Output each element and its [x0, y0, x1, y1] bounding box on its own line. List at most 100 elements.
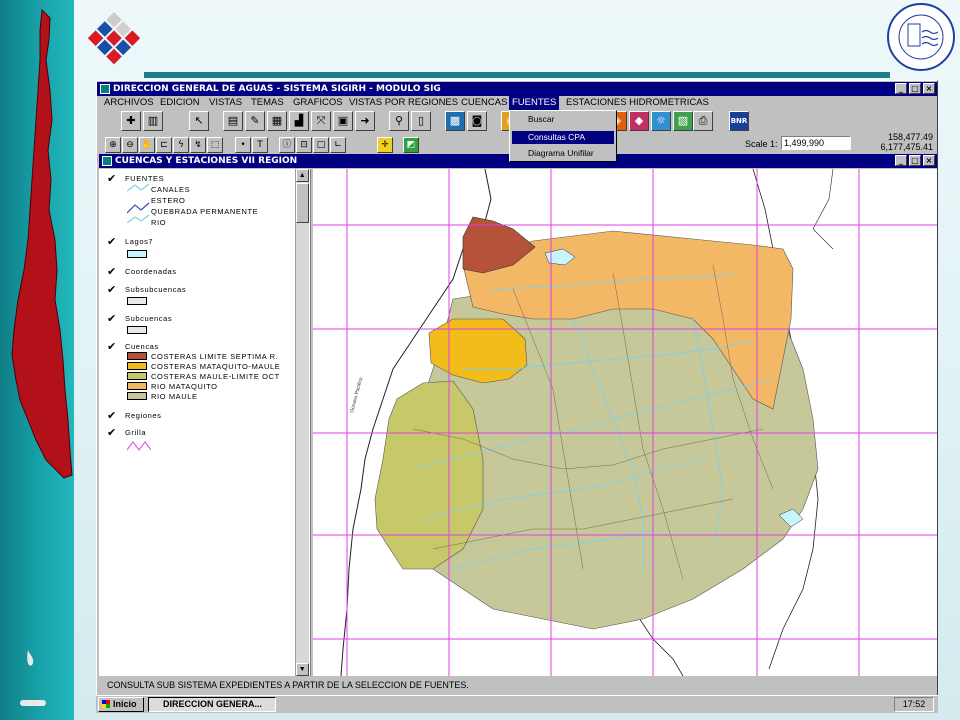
print-icon[interactable]: ⎙ — [693, 111, 713, 131]
scroll-down-button[interactable]: ▼ — [296, 663, 309, 676]
select-icon[interactable]: ⬚ — [207, 137, 223, 153]
chart-icon[interactable]: ▟ — [289, 111, 309, 131]
menu-vistas[interactable]: VISTAS — [206, 96, 245, 110]
dga-seal-logo — [887, 3, 955, 71]
map-close-button[interactable]: × — [923, 155, 935, 166]
square-icon[interactable]: □ — [313, 137, 329, 153]
info-icon[interactable]: ⓘ — [279, 137, 295, 153]
menu-item-consultas-cpa[interactable]: Consultas CPA — [512, 131, 614, 144]
minimize-button[interactable]: _ — [895, 83, 907, 94]
legend-fuentes-title: FUENTES — [125, 174, 165, 183]
lightning-icon[interactable]: ϟ — [173, 137, 189, 153]
box-select-icon[interactable]: ⊡ — [296, 137, 312, 153]
map-window: CUENCAS Y ESTACIONES VII REGION _ □ × ✔ … — [99, 154, 937, 676]
map-color-icon[interactable]: ▩ — [445, 111, 465, 131]
scroll-up-button[interactable]: ▲ — [296, 169, 309, 182]
header-rule — [144, 72, 890, 78]
add-icon[interactable]: ✚ — [121, 111, 141, 131]
map-canvas[interactable]: Oceano Pacifico — [313, 169, 937, 676]
point-icon[interactable]: • — [235, 137, 251, 153]
legend-regiones: Regiones — [125, 411, 162, 420]
zoom-out-icon[interactable]: ⊖ — [122, 137, 138, 153]
image-icon[interactable]: ▧ — [673, 111, 693, 131]
menu-temas[interactable]: TEMAS — [248, 96, 287, 110]
close-button[interactable]: × — [923, 83, 935, 94]
text-icon[interactable]: T — [252, 137, 268, 153]
pointer-icon[interactable]: ↖ — [189, 111, 209, 131]
layers-icon[interactable]: ▤ — [223, 111, 243, 131]
graph-icon[interactable]: ◩ — [403, 137, 419, 153]
taskbar-clock: 17:52 — [894, 697, 934, 712]
zoom-in-icon[interactable]: ⊕ — [105, 137, 121, 153]
legend-costeras-limite-septima: COSTERAS LIMITE SEPTIMA R. — [151, 352, 279, 361]
scale-label: Scale 1: — [745, 139, 778, 149]
menu-estaciones-hidrometricas[interactable]: ESTACIONES HIDROMETRICAS — [563, 96, 712, 110]
coordenadas-checkbox[interactable]: ✔ — [107, 265, 117, 278]
sun-icon[interactable]: ☼ — [651, 111, 671, 131]
camera-icon[interactable]: ◙ — [467, 111, 487, 131]
swatch-costeras-mataquito-maule — [127, 362, 147, 370]
stats-icon[interactable]: ▥ — [143, 111, 163, 131]
menu-edicion[interactable]: EDICION — [157, 96, 203, 110]
ocean-label: Oceano Pacifico — [349, 377, 364, 414]
scroll-thumb[interactable] — [296, 183, 309, 223]
legend-costeras-maule-limite: COSTERAS MAULE-LIMITE OCT — [151, 372, 280, 381]
menu-item-buscar[interactable]: Buscar — [512, 113, 614, 126]
menu-vistas-por-regiones[interactable]: VISTAS POR REGIONES — [346, 96, 461, 110]
measure-icon[interactable]: ⊏ — [156, 137, 172, 153]
hotlink-icon[interactable]: ↯ — [190, 137, 206, 153]
menu-cuencas[interactable]: CUENCAS — [458, 96, 510, 110]
grilla-checkbox[interactable]: ✔ — [107, 426, 117, 439]
table-icon[interactable]: ▦ — [267, 111, 287, 131]
menu-item-diagrama-unifilar[interactable]: Diagrama Unifilar — [512, 147, 614, 160]
link-icon[interactable]: ⚲ — [389, 111, 409, 131]
subcuencas-checkbox[interactable]: ✔ — [107, 312, 117, 325]
scale-input[interactable]: 1,499,990 — [781, 136, 851, 150]
map-view[interactable]: Oceano Pacifico — [313, 169, 937, 676]
government-logo — [87, 11, 141, 65]
pan-icon[interactable]: ✋ — [139, 137, 155, 153]
legend-estero: ESTERO — [151, 196, 186, 205]
legend-costeras-mataquito-maule: COSTERAS MATAQUITO-MAULE — [151, 362, 281, 371]
menu-fuentes[interactable]: FUENTES — [509, 96, 560, 110]
cuencas-checkbox[interactable]: ✔ — [107, 340, 117, 353]
arrow-icon[interactable]: ➜ — [355, 111, 375, 131]
legend-rio-maule: RIO MAULE — [151, 392, 198, 401]
stations-icon[interactable]: ◆ — [629, 111, 649, 131]
sigirh-app-window: DIRECCION GENERAL DE AGUAS - SISTEMA SIG… — [96, 80, 938, 712]
subsubcuencas-checkbox[interactable]: ✔ — [107, 283, 117, 296]
subsubcuencas-swatch — [127, 297, 147, 305]
maximize-button[interactable]: □ — [909, 83, 921, 94]
edit-icon[interactable]: ✎ — [245, 111, 265, 131]
legend-coordenadas: Coordenadas — [125, 267, 177, 276]
swatch-rio-mataquito — [127, 382, 147, 390]
angle-icon[interactable]: ∟ — [330, 137, 346, 153]
legend-panel: ✔ FUENTES CANALES ESTERO QUEBRADA PERMAN… — [99, 169, 311, 676]
map-maximize-button[interactable]: □ — [909, 155, 921, 166]
legend-rio: RIO — [151, 218, 167, 227]
map-window-icon — [102, 156, 112, 166]
zoom-extent-icon[interactable]: ⤧ — [311, 111, 331, 131]
crosshair-icon[interactable]: ✛ — [377, 137, 393, 153]
legend-rio-mataquito: RIO MATAQUITO — [151, 382, 218, 391]
bnr-icon[interactable]: BNR — [729, 111, 749, 131]
coord-y: 6,177,475.41 — [880, 142, 933, 152]
legend-subsubcuencas: Subsubcuencas — [125, 285, 187, 294]
swatch-rio-maule — [127, 392, 147, 400]
legend-lagos: Lagos7 — [125, 237, 154, 246]
notes-icon[interactable]: ▯ — [411, 111, 431, 131]
map-window-title: CUENCAS Y ESTACIONES VII REGION — [115, 156, 298, 166]
map-minimize-button[interactable]: _ — [895, 155, 907, 166]
start-button[interactable]: Inicio — [98, 697, 144, 712]
subcuencas-swatch — [127, 326, 147, 334]
legend-scrollbar[interactable]: ▲ ▼ — [295, 169, 309, 676]
lagos-checkbox[interactable]: ✔ — [107, 235, 117, 248]
regiones-checkbox[interactable]: ✔ — [107, 409, 117, 422]
menu-archivos[interactable]: ARCHIVOS — [101, 96, 157, 110]
fuentes-checkbox[interactable]: ✔ — [107, 172, 117, 185]
taskbar-app-button[interactable]: DIRECCION GENERA... — [148, 697, 276, 712]
legend-cuencas-title: Cuencas — [125, 342, 159, 351]
menu-graficos[interactable]: GRAFICOS — [290, 96, 346, 110]
layout-icon[interactable]: ▣ — [333, 111, 353, 131]
fuentes-line-swatches — [127, 183, 150, 223]
